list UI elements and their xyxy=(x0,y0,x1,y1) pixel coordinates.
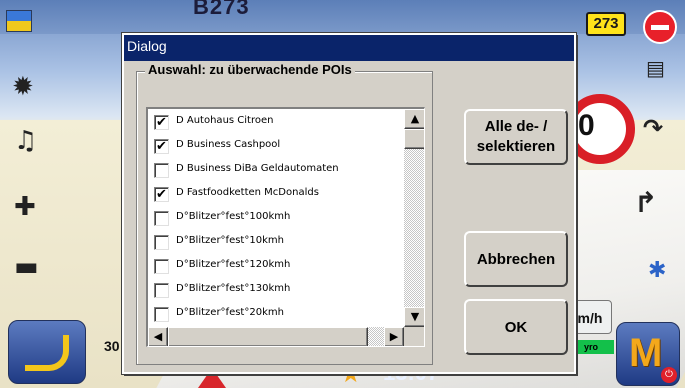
poi-checkbox[interactable]: ✔ xyxy=(154,187,169,202)
vertical-scrollbar[interactable]: ▲ ▼ xyxy=(404,109,424,327)
poi-listbox[interactable]: ✔ D Autohaus Citroen ✔ D Business Cashpool D… xyxy=(146,107,425,347)
route-icon xyxy=(25,335,69,371)
zoom-in-icon[interactable]: ✚ xyxy=(14,192,36,222)
poi-list-item[interactable]: D°Blitzer°fest°130kmh xyxy=(154,279,404,303)
dialog-title: Dialog xyxy=(127,38,167,54)
speed-limit-value: 0 xyxy=(578,109,595,142)
poi-checkbox[interactable] xyxy=(154,163,169,178)
poi-checkbox[interactable] xyxy=(154,283,169,298)
bluetooth-icon[interactable]: ✱ xyxy=(648,258,666,283)
route-button[interactable] xyxy=(8,320,86,384)
poi-checkbox[interactable] xyxy=(154,211,169,226)
poi-list: ✔ D Autohaus Citroen ✔ D Business Cashpool D… xyxy=(148,109,404,327)
truck-icon[interactable]: ▤ xyxy=(646,56,665,80)
select-all-button[interactable]: Alle de- / selektieren xyxy=(464,109,568,165)
poi-label: D Autohaus Citroen xyxy=(176,115,274,126)
map-3d-icon[interactable]: ↷ xyxy=(643,114,663,142)
dialog-titlebar[interactable]: Dialog xyxy=(124,35,574,61)
scroll-corner xyxy=(404,327,424,346)
poi-list-item[interactable]: ✔ D Business Cashpool xyxy=(154,135,404,159)
scroll-left-button[interactable]: ◀ xyxy=(148,327,168,346)
ok-button[interactable]: OK xyxy=(464,299,568,355)
select-all-label: Alle de- / selektieren xyxy=(476,118,556,155)
hscroll-thumb[interactable] xyxy=(168,327,368,346)
brightness-icon[interactable]: ✹ xyxy=(12,72,34,102)
poi-checkbox[interactable]: ✔ xyxy=(154,115,169,130)
poi-label: D°Blitzer°fest°20kmh xyxy=(176,307,284,318)
poi-list-item[interactable]: D°Blitzer°fest°20kmh xyxy=(154,303,404,327)
poi-list-item[interactable]: ✔ D Autohaus Citroen xyxy=(154,111,404,135)
road-number-badge: 273 xyxy=(586,12,626,36)
poi-list-item[interactable]: D°Blitzer°fest°10kmh xyxy=(154,231,404,255)
poi-label: D°Blitzer°fest°130kmh xyxy=(176,283,291,294)
poi-label: D°Blitzer°fest°100kmh xyxy=(176,211,291,222)
group-label: Auswahl: zu überwachende POIs xyxy=(145,62,355,77)
poi-dialog: Dialog Auswahl: zu überwachende POIs ✔ D … xyxy=(121,32,577,375)
poi-checkbox[interactable] xyxy=(154,259,169,274)
scroll-right-button[interactable]: ▶ xyxy=(384,327,404,346)
top-bar xyxy=(0,0,685,34)
horizontal-scrollbar[interactable]: ◀ ▶ xyxy=(148,327,404,346)
scroll-thumb[interactable] xyxy=(404,129,424,149)
menu-letter: M xyxy=(629,331,663,375)
scroll-down-button[interactable]: ▼ xyxy=(404,307,424,327)
poi-checkbox[interactable] xyxy=(154,235,169,250)
street-name: B273 xyxy=(193,0,250,19)
flag-icon[interactable] xyxy=(6,10,32,32)
turn-arrow-icon: ↱ xyxy=(634,186,658,219)
poi-label: D Fastfoodketten McDonalds xyxy=(176,187,319,198)
poi-label: D Business Cashpool xyxy=(176,139,281,150)
poi-list-item[interactable]: D°Blitzer°fest°120kmh xyxy=(154,255,404,279)
scroll-up-button[interactable]: ▲ xyxy=(404,109,424,129)
zoom-out-icon[interactable]: ▬ xyxy=(14,252,39,282)
no-entry-icon[interactable] xyxy=(643,10,677,44)
power-icon[interactable]: ⏻ xyxy=(661,367,677,383)
poi-checkbox[interactable] xyxy=(154,307,169,322)
poi-label: D Business DiBa Geldautomaten xyxy=(176,163,339,174)
poi-label: D°Blitzer°fest°10kmh xyxy=(176,235,284,246)
poi-list-item[interactable]: D°Blitzer°fest°100kmh xyxy=(154,207,404,231)
main-menu-button[interactable]: M ⏻ xyxy=(616,322,680,386)
music-icon[interactable]: ♫ xyxy=(14,126,37,156)
poi-checkbox[interactable]: ✔ xyxy=(154,139,169,154)
distance-value: 30 xyxy=(104,338,120,354)
poi-list-item[interactable]: ✔ D Fastfoodketten McDonalds xyxy=(154,183,404,207)
poi-label: D°Blitzer°fest°120kmh xyxy=(176,259,291,270)
cancel-button[interactable]: Abbrechen xyxy=(464,231,568,287)
poi-list-item[interactable]: D Business DiBa Geldautomaten xyxy=(154,159,404,183)
